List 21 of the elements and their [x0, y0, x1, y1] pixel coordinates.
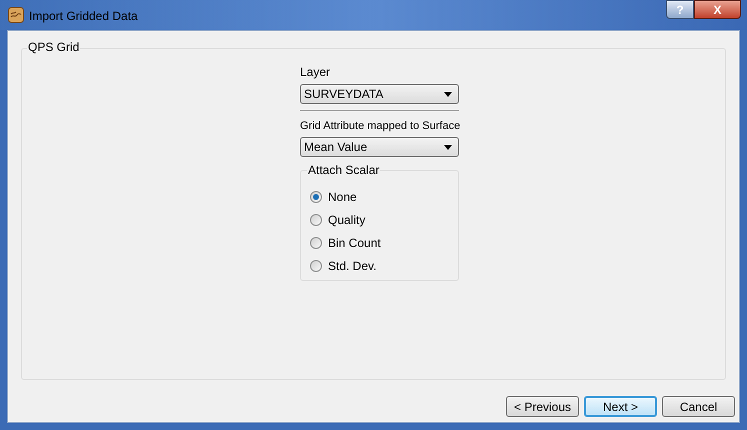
radio-button[interactable] — [310, 260, 322, 272]
dropdown[interactable]: Mean Value — [300, 137, 459, 157]
caret-icon — [444, 144, 452, 150]
app-icon — [8, 7, 24, 23]
window-title: Import Gridded Data — [29, 8, 138, 25]
radio-button[interactable] — [310, 191, 322, 203]
radio-option[interactable]: None — [310, 190, 458, 204]
group-title: QPS Grid — [27, 41, 80, 53]
dialog-button[interactable]: Next > — [584, 396, 657, 417]
layer-label: Layer — [300, 66, 332, 78]
radio-option[interactable]: Bin Count — [310, 236, 458, 250]
dialog-button[interactable]: Cancel — [662, 396, 735, 417]
attribute-label: Grid Attribute mapped to Surface — [300, 121, 459, 132]
radio-button[interactable] — [310, 237, 322, 249]
radio-option[interactable]: Std. Dev. — [310, 259, 458, 273]
radio-option[interactable]: Quality — [310, 213, 458, 227]
dropdown[interactable]: SURVEYDATA — [300, 84, 459, 104]
radio-button[interactable] — [310, 214, 322, 226]
group-title: Attach Scalar — [307, 164, 380, 176]
dialog-button[interactable]: < Previous — [506, 396, 579, 417]
caret-icon — [444, 92, 452, 96]
